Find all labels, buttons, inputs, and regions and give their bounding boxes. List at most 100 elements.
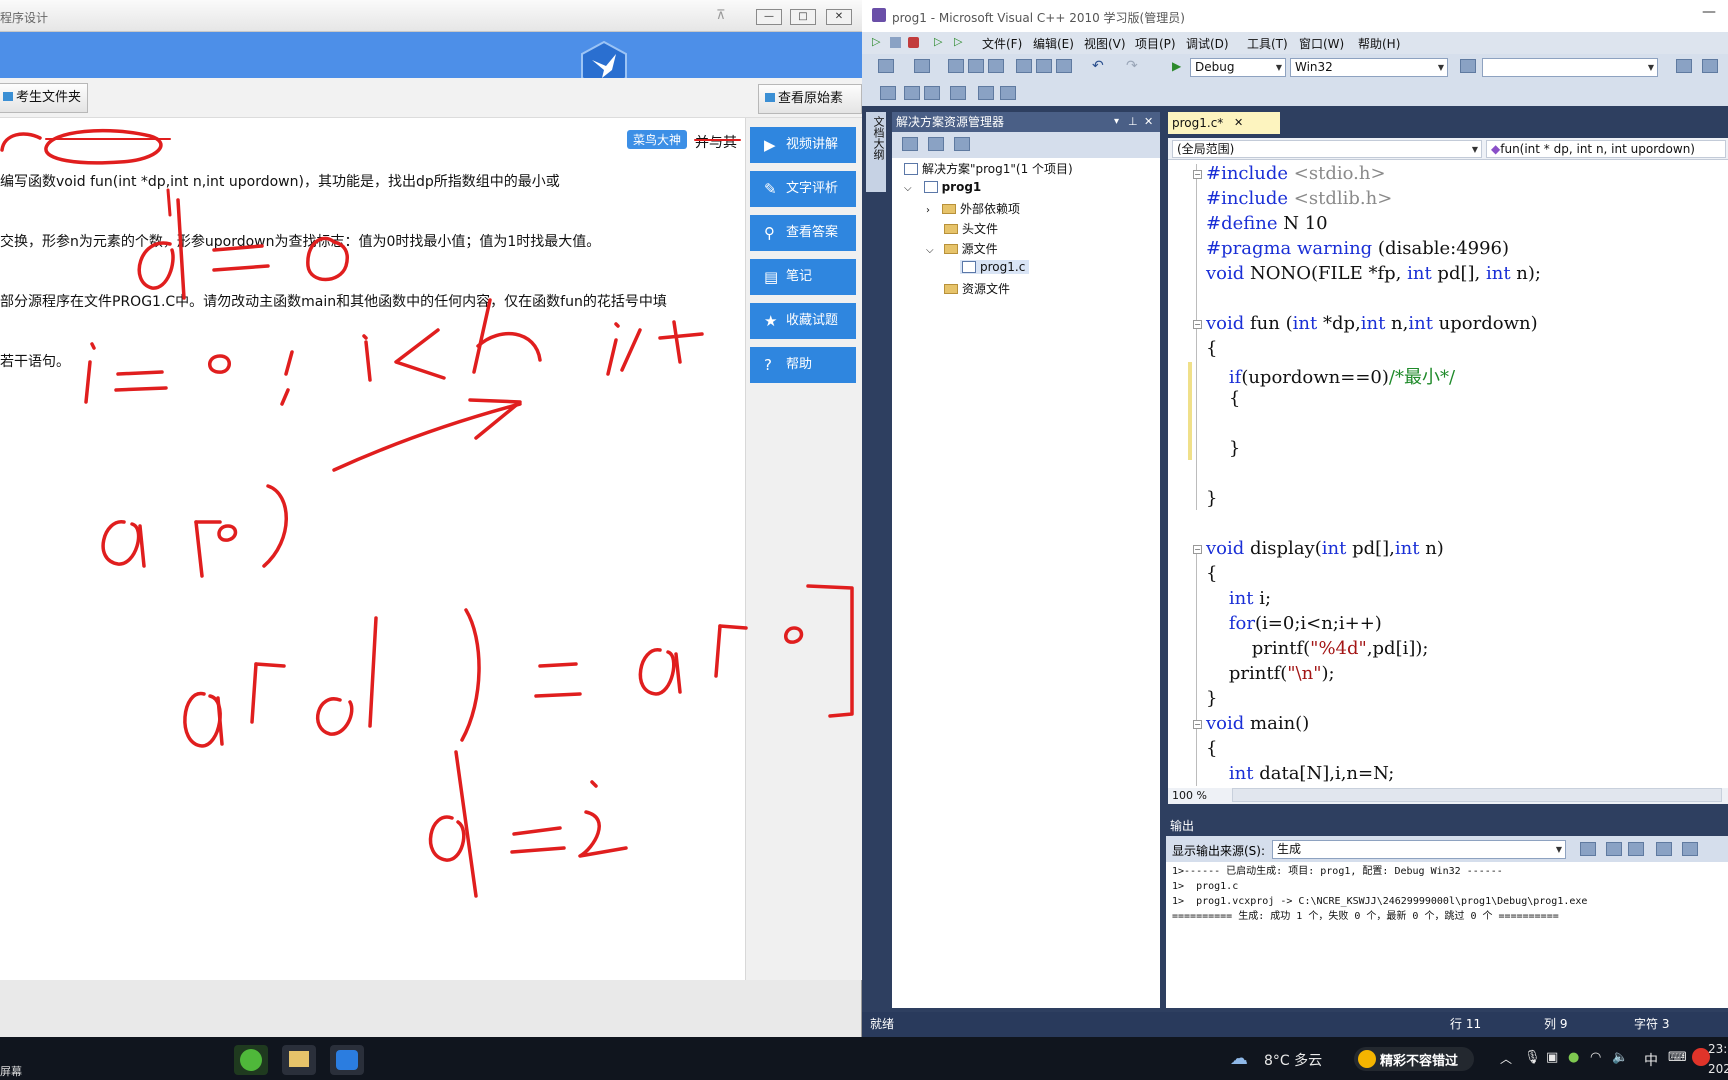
toolbar-icon[interactable] [880, 86, 896, 100]
code-line: { [1206, 338, 1218, 359]
output-line: ========== 生成: 成功 1 个，失败 0 个，最新 0 个，跳过 0… [1172, 911, 1559, 922]
taskbar-app-icon[interactable] [282, 1045, 316, 1075]
clock-time[interactable]: 23:3 [1708, 1042, 1728, 1056]
refresh-icon[interactable] [954, 137, 970, 151]
microphone-icon[interactable]: 🎙 [1524, 1050, 1541, 1065]
menu-debug[interactable]: 调试(D) [1186, 35, 1229, 52]
find-in-output-icon[interactable] [1580, 842, 1596, 856]
pin-icon[interactable]: ⊥ [1128, 112, 1138, 132]
run-icon[interactable]: ▷ [872, 35, 880, 48]
screen-icon[interactable]: ▣ [1546, 1050, 1558, 1065]
close-tab-icon[interactable]: ✕ [1234, 112, 1243, 134]
platform-value: Win32 [1295, 60, 1333, 74]
output-text[interactable]: 1>------ 已启动生成: 项目: prog1, 配置: Debug Win… [1166, 862, 1728, 1008]
prev-message-icon[interactable] [1606, 842, 1622, 856]
tree-item-resource-files[interactable]: 资源文件 [944, 280, 1010, 297]
play-all-icon[interactable]: ▷ [954, 35, 962, 48]
copy-icon[interactable] [1036, 59, 1052, 73]
properties-icon[interactable] [1702, 59, 1718, 73]
uncomment-icon[interactable] [1000, 86, 1016, 100]
new-project-icon[interactable] [878, 59, 894, 73]
taskbar-left-text: 屏幕 [0, 1065, 22, 1078]
taskbar-app-icon[interactable] [234, 1045, 268, 1075]
redo-icon[interactable]: ↷ [1126, 58, 1138, 74]
paste-icon[interactable] [1056, 59, 1072, 73]
menu-file[interactable]: 文件(F) [982, 35, 1022, 52]
toolbar-icon[interactable] [904, 86, 920, 100]
scope-select[interactable]: (全局范围) ▼ [1172, 140, 1482, 158]
fold-toggle-icon[interactable]: − [1193, 170, 1202, 179]
close-icon[interactable]: ✕ [1144, 112, 1153, 132]
function-icon: ◆ [1491, 142, 1501, 156]
fold-toggle-icon[interactable]: − [1193, 545, 1202, 554]
function-select[interactable]: ◆fun(int * dp, int n, int upordown) [1486, 140, 1726, 158]
news-widget[interactable]: 精彩不容错过 [1354, 1047, 1474, 1071]
menu-edit[interactable]: 编辑(E) [1033, 35, 1074, 52]
blue-app-icon [336, 1050, 358, 1070]
solution-explorer-icon[interactable] [1676, 59, 1692, 73]
taskbar-app-icon[interactable] [330, 1045, 364, 1075]
word-wrap-icon[interactable] [1682, 842, 1698, 856]
dropdown-icon[interactable]: ▾ [1114, 112, 1119, 132]
output-line: 1> prog1.vcxproj -> C:\NCRE_KSWJJ\246299… [1172, 896, 1588, 907]
project-icon [923, 181, 938, 193]
outline-guide [1196, 164, 1197, 510]
tree-item-header-files[interactable]: 头文件 [944, 220, 998, 237]
security-icon[interactable]: ● [1568, 1050, 1579, 1065]
show-hidden-icons-icon[interactable]: ︿ [1500, 1050, 1512, 1067]
menu-view[interactable]: 视图(V) [1084, 35, 1126, 52]
chevron-down-icon: ▼ [1647, 63, 1654, 72]
tab-prog1-c[interactable]: prog1.c* ✕ [1168, 112, 1280, 134]
play-icon[interactable]: ▷ [934, 35, 942, 48]
zoom-level[interactable]: 100 % [1172, 789, 1207, 802]
horizontal-scrollbar[interactable] [1232, 788, 1722, 802]
menu-tools[interactable]: 工具(T) [1247, 35, 1288, 52]
menu-help[interactable]: 帮助(H) [1358, 35, 1400, 52]
vs-minimize-button[interactable]: — [1702, 4, 1716, 20]
find-icon[interactable] [1460, 59, 1476, 73]
start-debugging-icon[interactable]: ▶ [1172, 59, 1181, 73]
fold-toggle-icon[interactable]: − [1193, 720, 1202, 729]
output-source-select[interactable]: 生成 ▼ [1272, 840, 1566, 859]
fold-toggle-icon[interactable]: − [1193, 320, 1202, 329]
save-icon[interactable] [968, 59, 984, 73]
document-outline-tab[interactable]: 文档大纲 [866, 112, 886, 192]
cut-icon[interactable] [1016, 59, 1032, 73]
tree-item-external-deps[interactable]: › 外部依赖项 [926, 200, 1020, 217]
find-combo[interactable]: ▼ [1482, 58, 1658, 77]
toolbar-icon[interactable] [924, 86, 940, 100]
stop-icon[interactable] [890, 37, 901, 48]
code-line: } [1206, 438, 1241, 459]
changed-lines-marker [1188, 362, 1192, 460]
undo-icon[interactable]: ↶ [1092, 58, 1104, 74]
network-icon[interactable]: ◠ [1590, 1050, 1601, 1065]
ime-indicator[interactable]: 中 [1644, 1050, 1658, 1070]
folder-open-icon [943, 244, 958, 254]
show-all-files-icon[interactable] [928, 137, 944, 151]
configuration-select[interactable]: Debug ▼ [1190, 58, 1286, 77]
code-line: void NONO(FILE *fp, int pd[], int n); [1206, 263, 1541, 284]
next-message-icon[interactable] [1628, 842, 1644, 856]
input-method-icon[interactable]: ⌨ [1668, 1050, 1687, 1065]
properties-icon[interactable] [902, 137, 918, 151]
save-all-icon[interactable] [988, 59, 1004, 73]
vs-menu-bar: ▷ ▷ ▷ 文件(F) 编辑(E) 视图(V) 项目(P) 调试(D) 工具(T… [862, 32, 1728, 54]
code-line: { [1206, 738, 1218, 759]
toolbar-icon[interactable] [950, 86, 966, 100]
tree-item-source-files[interactable]: ⌵ 源文件 [926, 240, 998, 257]
open-file-icon[interactable] [948, 59, 964, 73]
add-item-icon[interactable] [914, 59, 930, 73]
menu-project[interactable]: 项目(P) [1135, 35, 1176, 52]
platform-select[interactable]: Win32 ▼ [1290, 58, 1448, 77]
clock-date[interactable]: 202 [1708, 1062, 1728, 1076]
tree-item-solution[interactable]: 解决方案"prog1"(1 个项目) [904, 160, 1073, 177]
clear-all-icon[interactable] [1656, 842, 1672, 856]
menu-window[interactable]: 窗口(W) [1299, 35, 1344, 52]
volume-icon[interactable]: 🔈 [1612, 1050, 1628, 1065]
tree-item-prog1-c[interactable]: prog1.c [960, 260, 1030, 274]
record-icon[interactable] [908, 37, 919, 48]
status-column: 列 9 [1544, 1017, 1568, 1031]
comment-icon[interactable] [978, 86, 994, 100]
tree-item-project[interactable]: ⌵ prog1 [904, 180, 981, 194]
weather-text[interactable]: 8°C 多云 [1264, 1050, 1322, 1070]
